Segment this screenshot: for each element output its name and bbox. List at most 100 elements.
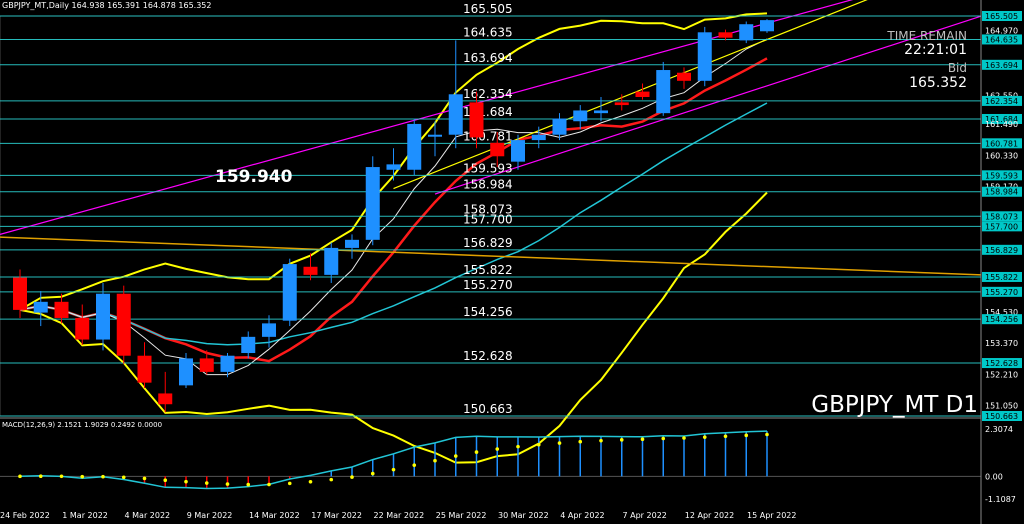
macd-signal-dot <box>59 474 64 479</box>
candle-bear <box>158 393 173 405</box>
candle-bull <box>33 301 48 313</box>
candle-bear <box>13 277 27 310</box>
price-tick-label: 160.330 <box>985 151 1018 160</box>
macd-signal-dot <box>640 437 645 442</box>
macd-tick-label: 2.3074 <box>985 425 1013 434</box>
macd-signal-dot <box>682 436 686 440</box>
macd-label: MACD(12,26,9) 2.1521 1.9029 0.2492 0.000… <box>2 421 162 429</box>
candle-bull <box>282 264 297 321</box>
date-label: 15 Apr 2022 <box>747 511 796 520</box>
candle-bull <box>96 293 110 340</box>
price-tick-label: 152.628 <box>985 359 1018 368</box>
macd-signal-dot <box>267 482 271 487</box>
level-label: 154.256 <box>463 305 513 319</box>
candle-bear <box>199 358 214 372</box>
candle-bull <box>365 167 380 240</box>
candle-bear <box>75 317 90 340</box>
price-tick-label: 165.505 <box>985 12 1018 21</box>
macd-signal-dot <box>142 476 147 481</box>
date-label: 12 Apr 2022 <box>685 511 734 520</box>
macd-signal-dot <box>329 477 334 482</box>
candle-bull <box>179 358 193 386</box>
candlestick-chart[interactable]: 165.505164.635163.694162.354161.684160.7… <box>0 0 1024 524</box>
date-label: 9 Mar 2022 <box>187 511 233 520</box>
price-tick-label: 159.593 <box>985 171 1018 180</box>
level-label: 156.829 <box>463 236 513 250</box>
big-price-label: 159.940 <box>215 167 293 187</box>
candle-bear <box>635 91 650 97</box>
level-label: 150.663 <box>463 402 513 416</box>
date-label: 7 Apr 2022 <box>623 511 667 520</box>
date-label: 24 Feb 2022 <box>0 511 50 520</box>
candle-bear <box>614 102 629 106</box>
macd-signal-dot <box>225 482 230 486</box>
candle-bull <box>552 118 567 135</box>
macd-signal-dot <box>723 434 728 439</box>
price-tick-label: 150.663 <box>985 412 1018 421</box>
macd-signal-dot <box>80 474 85 479</box>
level-label: 155.822 <box>463 263 513 277</box>
macd-signal-dot <box>599 438 603 443</box>
time-remain-value: 22:21:01 <box>904 42 967 58</box>
level-label: 158.984 <box>463 178 513 192</box>
bid-label: Bid <box>948 61 967 75</box>
macd-signal-dot <box>661 436 666 441</box>
candle-bull <box>594 110 608 114</box>
candle-bear <box>718 32 733 38</box>
level-label: 155.270 <box>463 278 513 292</box>
candle-bull <box>531 134 546 141</box>
candle-bear <box>303 266 318 275</box>
macd-signal-dot <box>204 481 209 485</box>
macd-signal-dot <box>453 454 458 458</box>
level-label: 165.505 <box>463 2 513 16</box>
macd-signal-dot <box>184 479 188 484</box>
price-tick-label: 158.073 <box>985 212 1018 221</box>
macd-signal-dot <box>101 474 105 479</box>
price-tick-label: 163.694 <box>985 61 1018 70</box>
price-tick-label: 152.210 <box>985 370 1018 379</box>
price-tick-label: 151.050 <box>985 402 1018 411</box>
macd-signal-dot <box>495 447 500 451</box>
macd-signal-dot <box>391 467 396 472</box>
candle-bear <box>54 301 69 318</box>
macd-signal-dot <box>246 482 251 487</box>
level-label: 162.354 <box>463 87 513 101</box>
symbol-watermark: GBPJPY_MT D1 <box>811 392 978 418</box>
candle-bull <box>739 24 754 41</box>
macd-signal-dot <box>557 441 562 445</box>
macd-signal-dot <box>433 458 437 463</box>
price-tick-label: 155.270 <box>985 288 1018 297</box>
date-label: 1 Mar 2022 <box>62 511 108 520</box>
candle-bear <box>490 142 505 157</box>
price-tick-label: 164.970 <box>985 26 1018 35</box>
macd-signal-dot <box>163 478 168 482</box>
candle-bear <box>469 102 484 138</box>
candle-bear <box>137 355 152 383</box>
candle-bull <box>448 94 463 135</box>
candle-bull <box>656 70 671 114</box>
candle-bull <box>241 336 256 354</box>
date-label: 30 Mar 2022 <box>498 511 549 520</box>
price-tick-label: 157.700 <box>985 222 1018 231</box>
candle-bull <box>428 134 442 137</box>
macd-signal-dot <box>370 471 375 476</box>
price-tick-label: 164.635 <box>985 35 1018 44</box>
date-label: 4 Mar 2022 <box>125 511 171 520</box>
price-tick-label: 154.256 <box>985 315 1018 324</box>
macd-signal-dot <box>18 474 22 479</box>
macd-signal-dot <box>38 474 43 479</box>
price-tick-label: 155.822 <box>985 273 1018 282</box>
candle-bull <box>386 164 401 170</box>
time-remain-label: TIME REMAIN <box>886 29 967 43</box>
macd-signal-dot <box>412 463 417 467</box>
level-label: 164.635 <box>463 25 513 39</box>
chart-title: GBPJPY_MT,Daily 164.938 165.391 164.878 … <box>2 1 211 10</box>
candle-bull <box>573 110 588 122</box>
candle-bull <box>220 355 235 372</box>
level-label: 163.694 <box>463 51 513 65</box>
bid-value: 165.352 <box>909 75 967 91</box>
macd-signal-dot <box>350 475 354 479</box>
macd-signal-dot <box>474 450 479 454</box>
date-label: 25 Mar 2022 <box>436 511 487 520</box>
candle-bull <box>511 140 525 162</box>
